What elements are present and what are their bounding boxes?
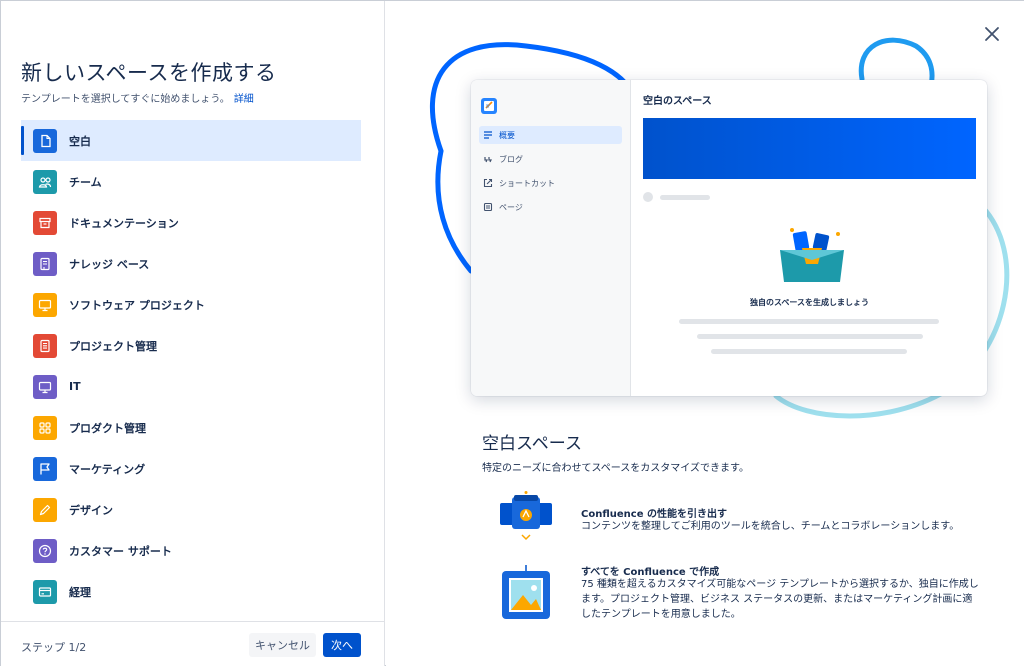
template-item[interactable]: 空白 (21, 120, 361, 161)
subtitle-text: テンプレートを選択してすぐに始めましょう。 (21, 94, 230, 105)
picture-frame-illustration (502, 565, 550, 619)
confluence-power-illustration (500, 491, 552, 541)
feature-title: すべてを Confluence で作成 (581, 567, 720, 578)
preview-nav-item: ブログ (479, 150, 622, 168)
card-icon (33, 579, 57, 604)
template-label: ドキュメンテーション (69, 216, 179, 230)
template-item[interactable]: カスタマー サポート (21, 530, 361, 571)
preview-nav-label: ページ (499, 202, 523, 212)
space-preview: 概要ブログショートカット ページ 空白のスペース 独自のスペースを生成しましょう (471, 80, 987, 396)
book-icon (33, 251, 57, 276)
template-label: 空白 (69, 134, 91, 148)
template-item[interactable]: プロダクト管理 (21, 407, 361, 448)
template-description: 特定のニーズに合わせてスペースをカスタマイズできます。 (482, 463, 749, 474)
details-link[interactable]: 詳細 (234, 94, 254, 105)
feature-title: Confluence の性能を引き出す (581, 509, 727, 520)
preview-nav-item: ページ (479, 198, 622, 216)
close-icon[interactable] (983, 25, 1001, 43)
create-space-dialog: 新しいスペースを作成する テンプレートを選択してすぐに始めましょう。 詳細 空白チ… (0, 0, 1024, 666)
preview-main: 空白のスペース 独自のスペースを生成しましょう (632, 80, 987, 396)
template-item[interactable]: マーケティング (21, 448, 361, 489)
template-item[interactable]: チーム (21, 161, 361, 202)
template-label: IT (69, 380, 81, 393)
template-label: デザイン (69, 503, 113, 517)
preview-nav-label: 概要 (499, 130, 515, 140)
feature-text: コンテンツを整理してご利用のツールを統合し、チームとコラボレーションします。 (581, 521, 960, 532)
dialog-title: 新しいスペースを作成する (21, 61, 277, 85)
template-label: カスタマー サポート (69, 544, 172, 558)
preview-nav-item: ショートカット (479, 174, 622, 192)
template-title: 空白スペース (482, 434, 582, 454)
preview-line (697, 334, 923, 339)
preview-caption: 独自のスペースを生成しましょう (749, 298, 870, 307)
preview-sidebar: 概要ブログショートカット ページ (471, 80, 631, 396)
preview-line (660, 195, 710, 200)
preview-banner (643, 118, 976, 179)
grid-icon (33, 415, 57, 440)
quote-icon (483, 154, 493, 164)
page-icon (483, 202, 493, 212)
preview-line (679, 319, 939, 324)
template-label: ソフトウェア プロジェクト (69, 298, 205, 312)
monitor-icon (33, 292, 57, 317)
page-icon (33, 128, 57, 153)
preview-line (711, 349, 907, 354)
preview-avatar-placeholder (643, 192, 653, 202)
feature-text: 75 種類を超えるカスタマイズ可能なページ テンプレートから選択するか、独自に作… (581, 579, 979, 620)
dialog-subtitle: テンプレートを選択してすぐに始めましょう。 詳細 (21, 90, 254, 105)
preview-nav-label: ショートカット (499, 178, 555, 188)
blue-blob-left (435, 148, 474, 274)
template-selection-panel: 新しいスペースを作成する テンプレートを選択してすぐに始めましょう。 詳細 空白チ… (1, 1, 385, 666)
space-logo-icon (481, 98, 497, 114)
preview-nav-item: 概要 (479, 126, 622, 144)
preview-space-title: 空白のスペース (643, 96, 712, 107)
template-label: 経理 (69, 585, 91, 599)
template-item[interactable]: ドキュメンテーション (21, 202, 361, 243)
next-button[interactable]: 次へ (323, 633, 361, 657)
template-label: マーケティング (69, 462, 146, 476)
people-icon (33, 169, 57, 194)
template-item[interactable]: プロジェクト管理 (21, 325, 361, 366)
cancel-button[interactable]: キャンセル (249, 633, 316, 657)
template-label: ナレッジ ベース (69, 257, 150, 271)
document-icon (33, 333, 57, 358)
external-link-icon (483, 178, 493, 188)
monitor-icon (33, 374, 57, 399)
template-label: プロダクト管理 (69, 421, 146, 435)
preview-nav: 概要ブログショートカット ページ (479, 126, 622, 222)
template-item[interactable]: ナレッジ ベース (21, 243, 361, 284)
template-label: プロジェクト管理 (69, 339, 157, 353)
template-item[interactable]: ソフトウェア プロジェクト (21, 284, 361, 325)
template-item[interactable]: 経理 (21, 571, 361, 612)
flag-icon (33, 456, 57, 481)
pencil-icon (33, 497, 57, 522)
list-icon (483, 130, 493, 140)
template-label: チーム (69, 175, 102, 189)
preview-nav-label: ブログ (499, 154, 523, 164)
template-detail-panel: 概要ブログショートカット ページ 空白のスペース 独自のスペースを生成しましょう (386, 1, 1024, 666)
toolbox-illustration (780, 228, 844, 282)
template-item[interactable]: IT (21, 366, 361, 407)
archive-icon (33, 210, 57, 235)
step-indicator: ステップ 1/2 (21, 641, 87, 654)
dialog-footer: ステップ 1/2 キャンセル 次へ (1, 621, 384, 666)
template-item[interactable]: デザイン (21, 489, 361, 530)
template-list: 空白チームドキュメンテーション ナレッジ ベースソフトウェア プロジェクト プロジェ… (21, 120, 361, 612)
question-icon (33, 538, 57, 563)
